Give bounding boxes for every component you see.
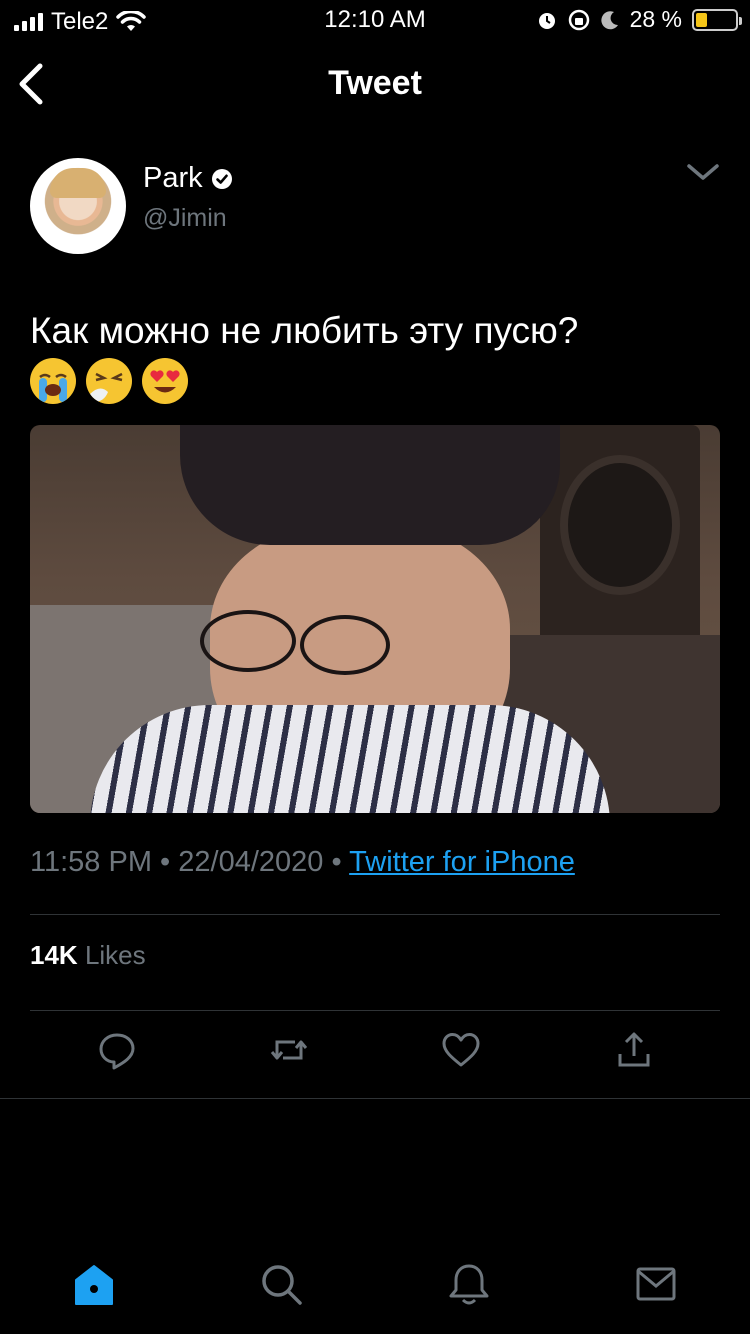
status-right: 28 % — [536, 6, 742, 33]
heart-eyes-face-icon — [142, 358, 188, 404]
photo-hat — [180, 425, 560, 545]
tweet-time: 11:58 PM — [30, 846, 152, 878]
photo-glasses-left — [200, 610, 296, 672]
photo-glasses-right — [300, 615, 390, 675]
tweet-date: 22/04/2020 — [178, 846, 324, 878]
top-bar: Tweet — [0, 40, 750, 128]
tweet-photo[interactable] — [30, 425, 720, 813]
author-name[interactable]: Park — [143, 162, 203, 195]
chevron-down-icon[interactable] — [686, 160, 720, 184]
tweet-meta: 11:58 PM • 22/04/2020 • Twitter for iPho… — [30, 846, 575, 879]
emoji-row — [30, 358, 188, 404]
avatar[interactable] — [30, 158, 126, 254]
divider — [30, 914, 720, 915]
like-icon[interactable] — [441, 1030, 481, 1070]
bottom-tab-bar — [0, 1250, 750, 1320]
photo-speaker-cone — [560, 455, 680, 595]
alarm-icon — [538, 12, 555, 29]
verified-badge-icon — [211, 168, 232, 189]
status-bar: Tele2 12:10 AM 28 % — [0, 0, 750, 40]
tweet-actions — [0, 1030, 750, 1080]
battery-percent: 28 % — [629, 6, 682, 32]
tweet-author: Park @Jimin — [30, 156, 720, 256]
loudly-crying-face-icon — [30, 358, 76, 404]
likes-count[interactable]: 14K Likes — [30, 940, 146, 971]
page-title: Tweet — [328, 64, 422, 102]
tweet-source-link[interactable]: Twitter for iPhone — [349, 846, 575, 878]
share-icon[interactable] — [614, 1030, 654, 1070]
author-handle[interactable]: @Jimin — [143, 204, 227, 233]
sneezing-face-icon — [86, 358, 132, 404]
meta-separator: • — [331, 846, 350, 878]
retweet-icon[interactable] — [269, 1030, 309, 1070]
likes-label: Likes — [84, 940, 146, 970]
home-icon[interactable] — [72, 1262, 116, 1306]
likes-number: 14K — [30, 940, 78, 970]
divider — [0, 1098, 750, 1099]
divider — [30, 1010, 720, 1011]
reply-icon[interactable] — [97, 1030, 137, 1070]
meta-separator: • — [160, 846, 179, 878]
notifications-icon[interactable] — [447, 1262, 491, 1306]
battery-icon — [692, 8, 742, 31]
photo-shirt — [90, 705, 610, 813]
messages-icon[interactable] — [634, 1262, 678, 1306]
moon-icon — [600, 10, 618, 29]
search-icon[interactable] — [259, 1262, 303, 1306]
tweet-text: Как можно не любить эту пусю? — [30, 310, 579, 351]
battery-fill — [696, 12, 707, 27]
author-name-row: Park — [143, 162, 233, 195]
rotation-lock-icon — [568, 9, 589, 30]
